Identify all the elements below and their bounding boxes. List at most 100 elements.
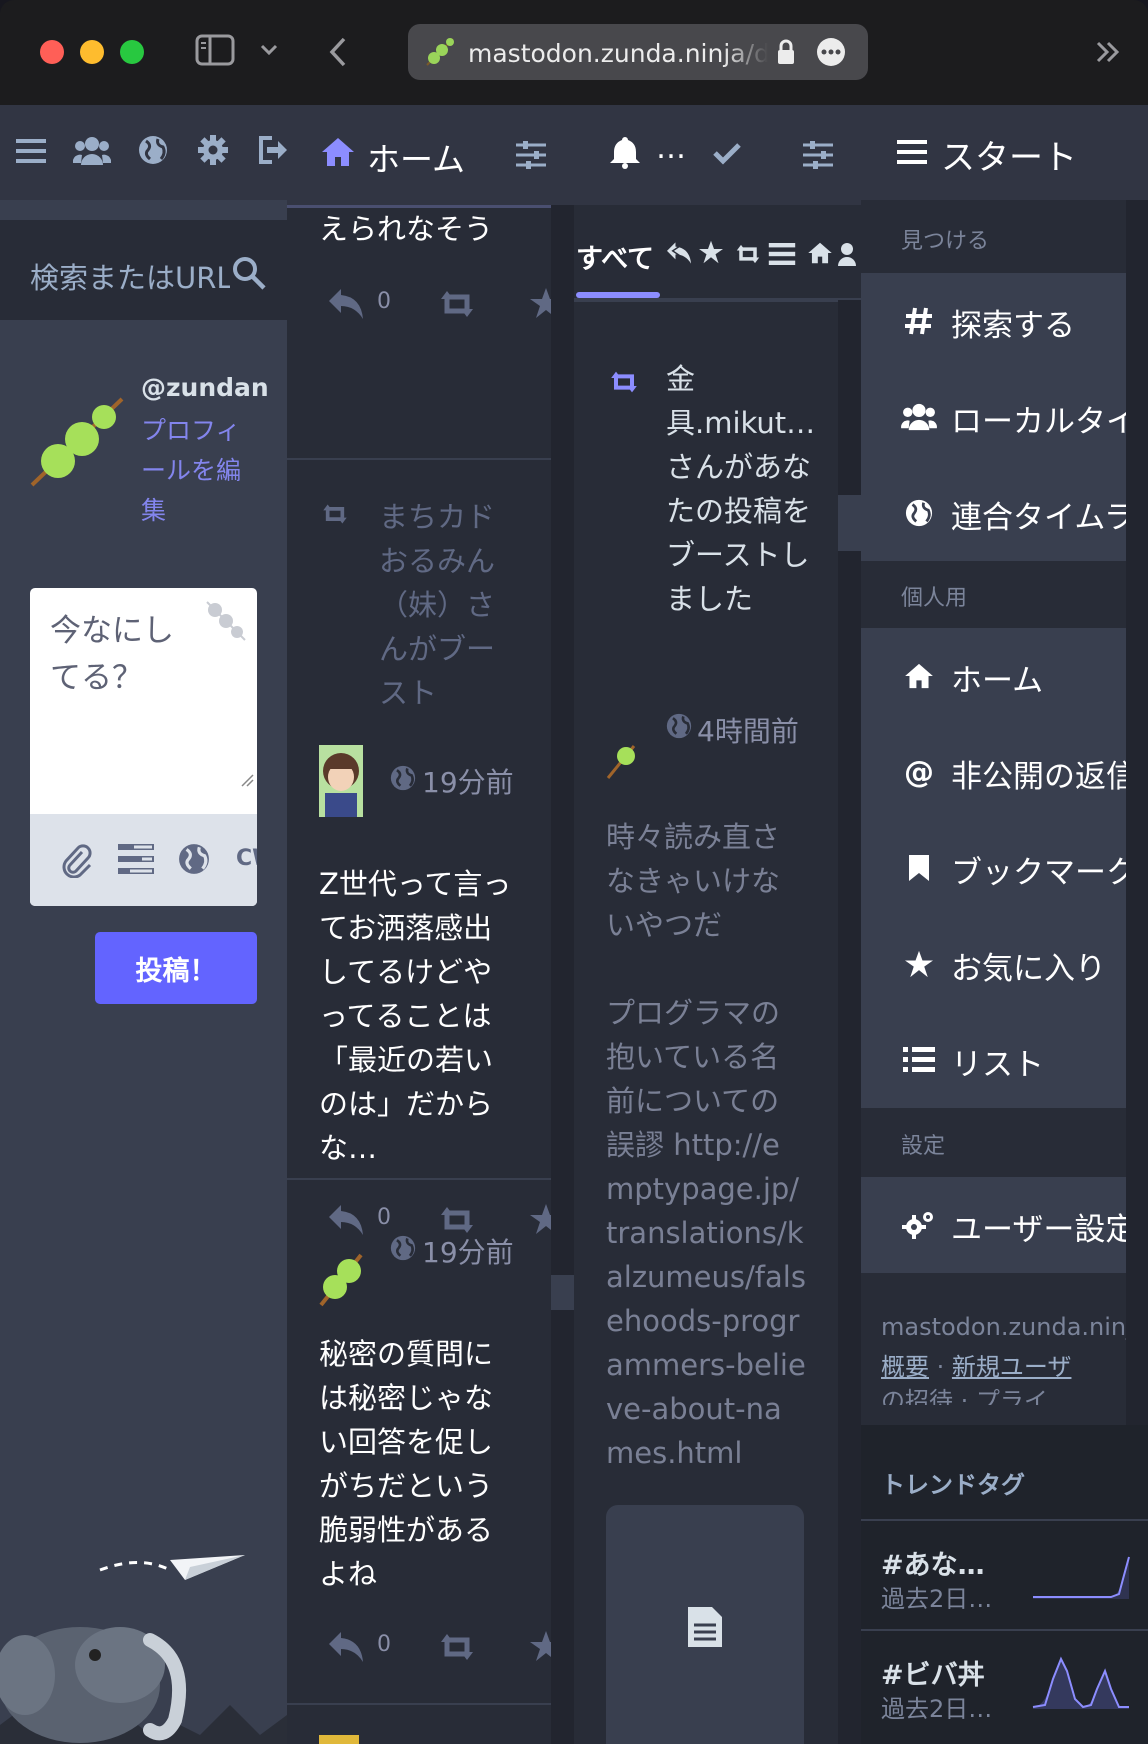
- mark-read-icon[interactable]: [712, 141, 742, 165]
- menu-item-direct-messages[interactable]: @ 非公開の返信: [861, 724, 1126, 820]
- notifications-column: … すべて 金具.mikut…さんがあなたの投稿をブーストしました 4時間前 時…: [574, 105, 861, 1744]
- menu-item-bookmarks[interactable]: ブックマーク: [861, 820, 1126, 916]
- compose-nav-bar: [0, 105, 287, 200]
- column-settings-icon[interactable]: [803, 141, 833, 169]
- trend-tag: #ビバ丼: [881, 1660, 985, 1691]
- boost-indicator-icon: [319, 503, 351, 525]
- notifications-scrollbar[interactable]: [838, 300, 861, 1744]
- filter-favourites-icon[interactable]: [698, 240, 724, 264]
- gear-icon[interactable]: [198, 135, 228, 165]
- reply-icon[interactable]: [327, 1203, 365, 1237]
- column-settings-icon[interactable]: [516, 141, 546, 169]
- filter-divider: [574, 300, 838, 302]
- start-column-title: スタート: [941, 138, 1077, 178]
- boosted-by-text[interactable]: まちカドおるみん（妹）さんがブースト: [379, 495, 509, 715]
- menu-icon[interactable]: [16, 137, 46, 165]
- resize-handle-icon[interactable]: [240, 773, 254, 787]
- status-item[interactable]: えられなそう 0: [287, 205, 562, 465]
- back-icon[interactable]: [328, 36, 348, 68]
- visibility-globe-icon[interactable]: [178, 843, 210, 875]
- start-scrollbar[interactable]: [1126, 200, 1148, 1425]
- menu-item-preferences[interactable]: ユーザー設定: [861, 1177, 1126, 1273]
- menu-label: ホーム: [951, 663, 1044, 699]
- link-preview-card[interactable]: [606, 1505, 804, 1744]
- maximize-window-button[interactable]: [120, 40, 144, 64]
- status-avatar[interactable]: [319, 1235, 363, 1307]
- mascot-illustration: [0, 1545, 287, 1744]
- trend-tag: #あな…: [881, 1550, 985, 1581]
- trend-item[interactable]: #あな… 過去2日…: [861, 1519, 1148, 1629]
- trend-item[interactable]: #ビバ丼 過去2日…: [861, 1629, 1148, 1739]
- reply-icon[interactable]: [327, 1630, 365, 1664]
- notification-time[interactable]: 4時間前: [697, 710, 799, 750]
- home-scrollbar[interactable]: [551, 205, 574, 1744]
- minimize-window-button[interactable]: [80, 40, 104, 64]
- more-tabs-icon[interactable]: [1095, 40, 1121, 64]
- footer-about-link[interactable]: 概要: [881, 1353, 929, 1381]
- address-bar[interactable]: mastodon.zunda.ninja/d: [408, 24, 868, 80]
- menu-item-explore[interactable]: 探索する: [861, 273, 1126, 369]
- globe-icon[interactable]: [138, 135, 168, 165]
- poll-icon[interactable]: [118, 844, 154, 874]
- filter-mentions-icon[interactable]: [664, 241, 694, 265]
- attach-media-icon[interactable]: [60, 842, 92, 878]
- footer-signup-link[interactable]: 新規ユーザ: [952, 1353, 1072, 1381]
- status-item[interactable]: まちカドおるみん（妹）さんがブースト 19分前 Z世代って言ってお洒落感出してる…: [287, 465, 562, 1235]
- avatar[interactable]: [30, 395, 124, 489]
- boost-icon[interactable]: [437, 1632, 477, 1662]
- filter-boosts-icon[interactable]: [734, 243, 762, 265]
- menu-label: 非公開の返信: [951, 759, 1126, 795]
- menu-item-lists[interactable]: リスト: [861, 1012, 1126, 1108]
- emoji-picker-icon[interactable]: [205, 600, 247, 642]
- status-actions: 0: [327, 1630, 562, 1670]
- filter-statuses-icon[interactable]: [807, 242, 833, 264]
- menu-label: ユーザー設定: [951, 1212, 1126, 1248]
- reply-icon[interactable]: [327, 287, 365, 321]
- account-handle[interactable]: @zundan: [141, 373, 269, 402]
- active-tab-indicator: [576, 292, 660, 298]
- home-icon: [321, 137, 355, 167]
- notification-text[interactable]: 金具.mikut…さんがあなたの投稿をブーストしました: [666, 357, 815, 621]
- menu-label: 探索する: [951, 308, 1075, 344]
- boost-icon[interactable]: [437, 289, 477, 319]
- filter-follows-icon[interactable]: [838, 242, 860, 266]
- chevron-down-icon[interactable]: [260, 44, 278, 56]
- trending-title: トレンドタグ: [881, 1471, 1025, 1499]
- scroll-thumb[interactable]: [551, 1275, 574, 1310]
- trend-sparkline: [1032, 1656, 1129, 1709]
- list-icon: [901, 1042, 937, 1078]
- boost-notification-icon: [608, 370, 640, 394]
- menu-item-favourites[interactable]: お気に入り: [861, 916, 1126, 1012]
- filter-all-tab[interactable]: すべて: [576, 237, 654, 276]
- menu-label: ローカルタイムライン: [951, 404, 1126, 440]
- search-input[interactable]: 検索またはURL: [0, 220, 287, 320]
- menu-item-home[interactable]: ホーム: [861, 628, 1126, 724]
- status-time[interactable]: 19分前: [422, 1231, 514, 1271]
- post-button[interactable]: 投稿！: [95, 932, 257, 1004]
- content-warning-button[interactable]: CW: [236, 846, 257, 871]
- notification-avatar[interactable]: [606, 730, 636, 780]
- more-options-icon[interactable]: [816, 37, 846, 67]
- status-avatar[interactable]: [319, 745, 363, 817]
- local-timeline-icon[interactable]: [73, 135, 111, 167]
- notifications-column-header[interactable]: …: [574, 105, 861, 205]
- footer-domain: mastodon.zunda.ninja: [881, 1313, 1126, 1341]
- menu-item-local-timeline[interactable]: ローカルタイムライン: [861, 369, 1126, 465]
- menu-label: ブックマーク: [951, 855, 1126, 891]
- sidebar-toggle-icon[interactable]: [195, 34, 235, 66]
- status-time[interactable]: 19分前: [422, 761, 514, 801]
- filter-polls-icon[interactable]: [768, 243, 796, 265]
- status-text: えられなそう: [319, 212, 494, 246]
- discover-menu: 探索する ローカルタイムライン 連合タイムライン: [861, 273, 1126, 561]
- compose-form: 今なにしてる？ CW: [30, 588, 257, 906]
- home-column: ホーム えられなそう 0 まちカドおるみん（妹）さんがブースト 19分前 Z世代…: [287, 105, 574, 1744]
- compose-textarea[interactable]: 今なにしてる？: [50, 608, 190, 702]
- menu-item-federated-timeline[interactable]: 連合タイムライン: [861, 465, 1126, 561]
- logout-icon[interactable]: [258, 135, 287, 165]
- edit-profile-link[interactable]: プロフィールを編集: [141, 411, 261, 531]
- scroll-thumb[interactable]: [838, 495, 861, 551]
- status-avatar[interactable]: [319, 1735, 359, 1744]
- close-window-button[interactable]: [40, 40, 64, 64]
- public-visibility-icon: [390, 1235, 416, 1261]
- home-column-header[interactable]: ホーム: [287, 105, 574, 205]
